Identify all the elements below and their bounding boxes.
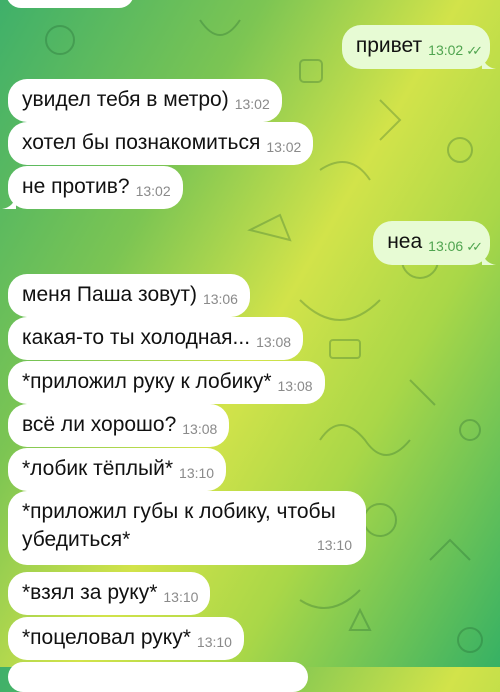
- message-text-line: *приложил губы к лобику, чтобы: [22, 500, 336, 523]
- message-text: *приложил руку к лобику*: [22, 370, 272, 393]
- bubble-tail: [482, 251, 496, 265]
- message-time: 13:02: [428, 42, 464, 58]
- message-text: не против?: [22, 175, 130, 198]
- double-check-icon: ✓✓: [466, 239, 483, 254]
- message-time: 13:02: [266, 139, 302, 155]
- message-bubble-partial[interactable]: [6, 0, 134, 8]
- message-time: 13:10: [163, 589, 199, 605]
- message-bubble-incoming[interactable]: *лобик тёплый* 13:10: [8, 448, 227, 491]
- double-check-icon: ✓✓: [466, 43, 483, 58]
- message-bubble-outgoing[interactable]: неа 13:06 ✓✓: [373, 221, 496, 265]
- message-text: какая-то ты холодная...: [22, 326, 251, 349]
- message-time: 13:06: [202, 291, 238, 307]
- message-bubble-incoming[interactable]: *приложил губы к лобику, чтобы убедиться…: [8, 491, 366, 565]
- message-time: 13:08: [256, 334, 292, 350]
- message-bubble-incoming[interactable]: меня Паша зовут) 13:06: [8, 274, 250, 317]
- message-text: увидел тебя в метро): [22, 88, 229, 111]
- message-bubble-incoming[interactable]: хотел бы познакомиться 13:02: [8, 122, 314, 165]
- message-bubble-incoming[interactable]: всё ли хорошо? 13:08: [8, 404, 230, 447]
- message-text: хотел бы познакомиться: [22, 131, 261, 154]
- message-time: 13:02: [135, 183, 171, 199]
- message-text: неа: [387, 230, 423, 253]
- message-time: 13:08: [277, 378, 313, 394]
- message-text: привет: [355, 34, 423, 57]
- message-text: *взял за руку*: [22, 581, 158, 604]
- message-bubble-outgoing[interactable]: привет 13:02 ✓✓: [341, 25, 496, 69]
- message-text: меня Паша зовут): [22, 283, 197, 306]
- message-text: *поцеловал руку*: [22, 626, 191, 649]
- message-time: 13:10: [179, 465, 215, 481]
- message-text-line: убедиться*: [22, 528, 131, 551]
- message-time: 13:06: [428, 238, 464, 254]
- message-text: *лобик тёплый*: [22, 457, 174, 480]
- bubble-tail: [482, 55, 496, 69]
- message-time: 13:02: [234, 96, 270, 112]
- message-bubble-incoming[interactable]: не против? 13:02: [2, 166, 183, 209]
- message-time: 13:10: [316, 537, 352, 553]
- bubble-tail: [2, 195, 16, 209]
- message-time: 13:08: [182, 421, 218, 437]
- message-bubble-incoming[interactable]: *взял за руку* 13:10: [8, 572, 211, 615]
- message-bubble-incoming[interactable]: *поцеловал руку* 13:10: [8, 617, 244, 660]
- message-time: 13:10: [196, 634, 232, 650]
- message-bubble-incoming[interactable]: *приложил руку к лобику* 13:08: [8, 361, 325, 404]
- message-bubble-incoming[interactable]: увидел тебя в метро) 13:02: [8, 79, 282, 122]
- message-bubble-incoming[interactable]: какая-то ты холодная... 13:08: [8, 317, 304, 360]
- message-text: всё ли хорошо?: [22, 413, 177, 436]
